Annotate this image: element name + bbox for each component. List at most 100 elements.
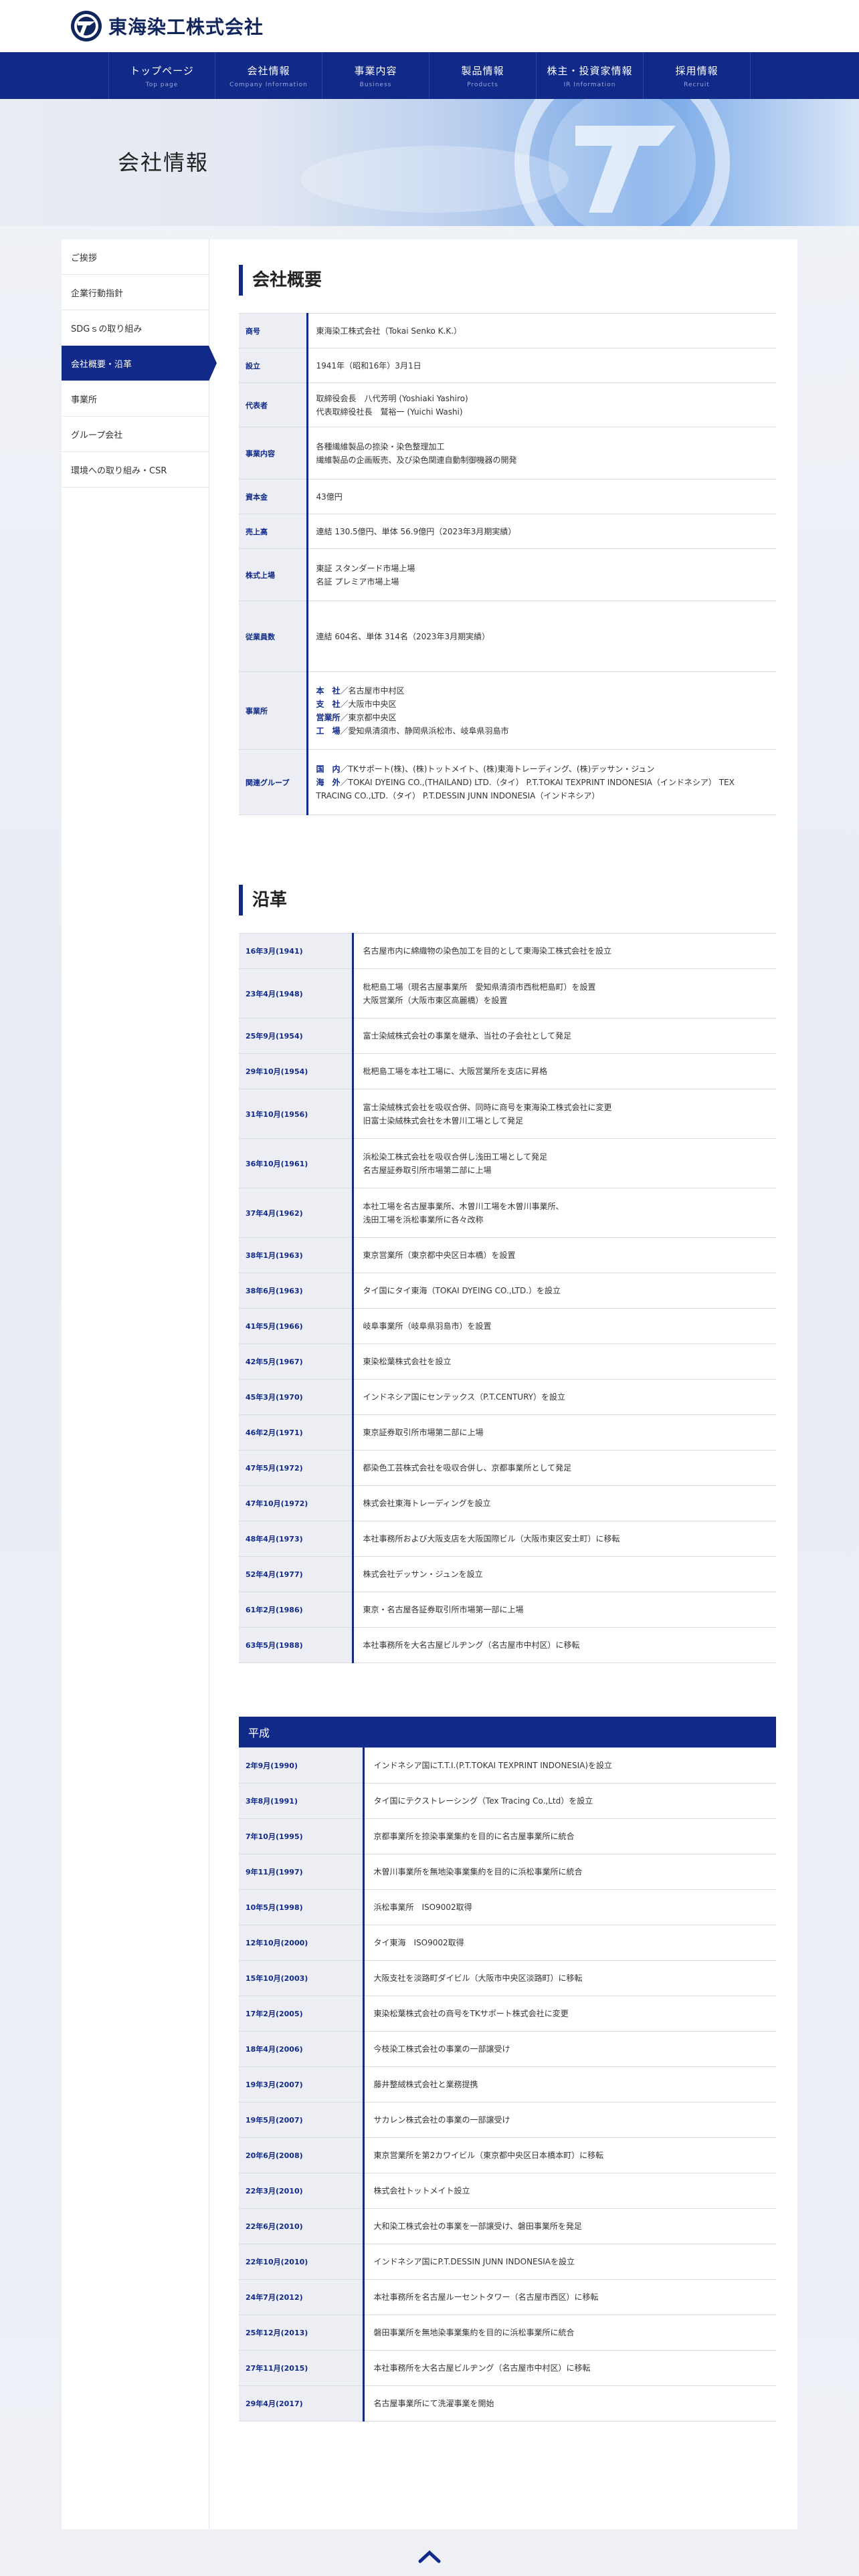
nav-label: 株主・投資家情報 (547, 64, 633, 77)
history-event: 名古屋市内に綿織物の染色加工を目的として東海染工株式会社を設立 (363, 946, 612, 956)
history-event: 富士染絨株式会社の事業を継承、当社の子会社として発足 (363, 1031, 572, 1041)
company-profile-table: 商号 東海染工株式会社（Tokai Senko K.K.） 設立 1941年（昭和1… (239, 313, 776, 815)
row-value: 各種繊維製品の捺染・染色整理加工 繊維製品の企画販売、及び染色関連自動制御機器の… (316, 441, 517, 465)
row-value: 連結 130.5億円、単体 56.9億円（2023年3月期実績） (316, 526, 516, 536)
sidebar-item-guidelines[interactable]: 企業行動指針 (62, 275, 209, 310)
sidebar-item-sdgs[interactable]: SDGｓの取り組み (62, 310, 209, 346)
history-date: 31年10月(1956) (239, 1089, 354, 1139)
history-event: 今枝染工株式会社の事業の一部譲受け (373, 2044, 510, 2054)
history-date: 29年10月(1954) (239, 1053, 354, 1089)
history-event: タイ国にテクストレーシング（Tex Tracing Co.,Ltd）を設立 (373, 1796, 593, 1806)
history-event: 名古屋事業所にて洗濯事業を開始 (373, 2399, 494, 2408)
row-label: 関連グループ (239, 749, 308, 815)
history-date: 27年11月(2015) (239, 2350, 365, 2386)
history-event: 東京営業所（東京都中央区日本橋）を設置 (363, 1251, 516, 1260)
history-row: 63年5月(1988) 本社事務所を大名古屋ビルヂング（名古屋市中村区）に移転 (239, 1627, 776, 1663)
row-value: 連結 604名、単体 314名（2023年3月期実績） (316, 631, 490, 641)
sidebar-item-csr[interactable]: 環境への取り組み・CSR (62, 452, 209, 488)
nav-sublabel: Top page (145, 81, 179, 88)
history-date: 19年3月(2007) (239, 2066, 365, 2103)
page-top-chevron-icon[interactable] (416, 2548, 443, 2565)
sidebar-item-offices[interactable]: 事業所 (62, 381, 209, 417)
history-event: 浜松事業所 ISO9002取得 (373, 1903, 472, 1912)
history-event: 東染松葉株式会社の商号をTKサポート株式会社に変更 (373, 2009, 569, 2018)
history-date: 61年2月(1986) (239, 1592, 354, 1628)
nav-sublabel: Business (359, 81, 392, 88)
history-row: 38年6月(1963) タイ国にタイ東海（TOKAI DYEING CO.,LTD… (239, 1273, 776, 1309)
group-line: 国 内／TKサポート(株)、(株)トットメイト、(株)東海トレーディング、(株)… (316, 762, 769, 776)
history-date: 29年4月(2017) (239, 2385, 365, 2422)
history-event: インドネシア国にセンテックス（P.T.CENTURY）を設立 (363, 1392, 566, 1402)
history-event: インドネシア国にT.T.I.(P.T.TOKAI TEXPRINT INDONE… (373, 1761, 613, 1770)
history-row: 24年7月(2012) 本社事務所を名古屋ルーセントタワー（名古屋市西区）に移転 (239, 2279, 776, 2315)
company-logo-icon (71, 11, 102, 41)
office-line: 工 場／愛知県清須市、静岡県浜松市、岐阜県羽島市 (316, 724, 769, 738)
row-value: 43億円 (316, 492, 343, 502)
profile-heading: 会社概要 (239, 265, 776, 296)
nav-company[interactable]: 会社情報 Company Information (215, 52, 322, 99)
history-date: 3年8月(1991) (239, 1783, 365, 1819)
history-date: 25年12月(2013) (239, 2315, 365, 2351)
history-date: 52年4月(1977) (239, 1556, 354, 1592)
row-value: 東海染工株式会社（Tokai Senko K.K.） (316, 326, 462, 336)
history-date: 22年6月(2010) (239, 2208, 365, 2244)
history-event: 岐阜事業所（岐阜県羽島市）を設置 (363, 1321, 492, 1331)
row-label: 従業員数 (239, 601, 308, 672)
history-date: 24年7月(2012) (239, 2279, 365, 2315)
row-value: 本 社／名古屋市中村区 支 社／大阪市中央区 営業所／東京都中央区 工 場／愛知… (307, 672, 776, 750)
history-date: 23年4月(1948) (239, 968, 354, 1018)
history-event: 木曽川事業所を無地染事業集約を目的に浜松事業所に統合 (373, 1867, 583, 1876)
row-label: 代表者 (239, 383, 308, 427)
company-name: 東海染工株式会社 (108, 16, 264, 38)
history-row: 9年11月(1997) 木曽川事業所を無地染事業集約を目的に浜松事業所に統合 (239, 1854, 776, 1890)
history-date: 19年5月(2007) (239, 2102, 365, 2138)
row-value: 国 内／TKサポート(株)、(株)トットメイト、(株)東海トレーディング、(株)… (307, 750, 776, 815)
history-event: 磐田事業所を無地染事業集約を目的に浜松事業所に統合 (373, 2328, 575, 2337)
history-event: 本社事務所を大名古屋ビルヂング（名古屋市中村区）に移転 (363, 1640, 580, 1650)
nav-recruit[interactable]: 採用情報 Recruit (644, 52, 751, 99)
group-type: 海 外 (316, 777, 341, 787)
nav-sublabel: Products (467, 81, 498, 88)
nav-label: 会社情報 (247, 64, 290, 77)
history-row: 46年2月(1971) 東京証券取引所市場第二部に上場 (239, 1414, 776, 1451)
history-row: 38年1月(1963) 東京営業所（東京都中央区日本橋）を設置 (239, 1237, 776, 1273)
history-event: 東京営業所を第2カワイビル（東京都中央区日本橋本町）に移転 (373, 2151, 604, 2160)
nav-sublabel: Company Information (229, 81, 308, 88)
office-location: ／名古屋市中村区 (340, 685, 405, 695)
history-date: 2年9月(1990) (239, 1747, 365, 1784)
group-companies: ／TOKAI DYEING CO.,(THAILAND) LTD.（タイ） P.… (316, 777, 735, 800)
row-label: 設立 (239, 348, 308, 383)
sidebar-item-profile-history[interactable]: 会社概要・沿革 (62, 346, 217, 381)
page-title: 会社情報 (118, 150, 209, 175)
history-row: 29年4月(2017) 名古屋事業所にて洗濯事業を開始 (239, 2385, 776, 2422)
nav-top[interactable]: トップページ Top page (108, 52, 215, 99)
history-row: 31年10月(1956) 富士染絨株式会社を吸収合併、同時に商号を東海染工株式会社… (239, 1089, 776, 1139)
sidebar-item-greeting[interactable]: ご挨拶 (62, 239, 209, 275)
history-date: 45年3月(1970) (239, 1379, 354, 1415)
nav-business[interactable]: 事業内容 Business (322, 52, 430, 99)
history-row: 22年10月(2010) インドネシア国にP.T.DESSIN JUNN INDO… (239, 2244, 776, 2280)
history-showa-table: 16年3月(1941) 名古屋市内に綿織物の染色加工を目的として東海染工株式会社を… (239, 933, 776, 1663)
side-nav: ご挨拶 企業行動指針 SDGｓの取り組み 会社概要・沿革 事業所 グループ会社 … (62, 239, 217, 2529)
content-area: 会社概要 商号 東海染工株式会社（Tokai Senko K.K.） 設立 1941… (209, 239, 797, 2529)
history-row: 23年4月(1948) 枇杷島工場（現名古屋事業所 愛知県清須市西枇杷島町）を設置… (239, 968, 776, 1018)
row-label: 事業内容 (239, 427, 308, 479)
history-row: 61年2月(1986) 東京・名古屋各証券取引所市場第一部に上場 (239, 1592, 776, 1628)
history-date: 63年5月(1988) (239, 1627, 354, 1663)
history-heisei-table: 2年9月(1990) インドネシア国にT.T.I.(P.T.TOKAI TEXPR… (239, 1747, 776, 2422)
row-label: 事業所 (239, 671, 308, 750)
table-row: 代表者 取締役会長 八代芳明 (Yoshiaki Yashiro) 代表取締役社長… (239, 383, 776, 427)
history-date: 22年3月(2010) (239, 2173, 365, 2209)
history-row: 36年10月(1961) 浜松染工株式会社を吸収合併し浅田工場として発足 名古屋証… (239, 1138, 776, 1188)
history-event: 大阪支社を淡路町ダイビル（大阪市中央区淡路町）に移転 (373, 1973, 583, 1983)
history-date: 36年10月(1961) (239, 1138, 354, 1188)
history-row: 16年3月(1941) 名古屋市内に綿織物の染色加工を目的として東海染工株式会社を… (239, 933, 776, 969)
site-logo[interactable]: 東海染工株式会社 (70, 9, 264, 43)
nav-products[interactable]: 製品情報 Products (430, 52, 537, 99)
nav-ir[interactable]: 株主・投資家情報 IR Information (537, 52, 644, 99)
group-companies: ／TKサポート(株)、(株)トットメイト、(株)東海トレーディング、(株)デッサ… (340, 764, 655, 774)
sidebar-item-group[interactable]: グループ会社 (62, 417, 209, 452)
history-date: 15年10月(2003) (239, 1960, 365, 1996)
history-event: 大和染工株式会社の事業を一部譲受け、磐田事業所を発足 (373, 2222, 582, 2231)
history-row: 18年4月(2006) 今枝染工株式会社の事業の一部譲受け (239, 2031, 776, 2067)
